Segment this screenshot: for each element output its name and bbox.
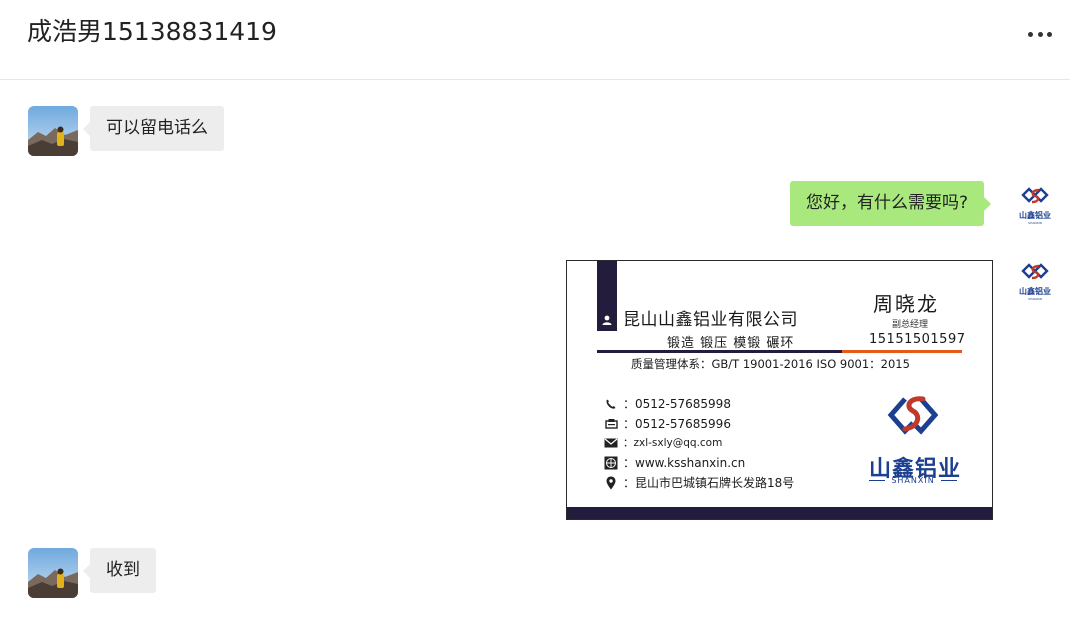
company-avatar[interactable]: 山鑫铝业 SHANXIN [1016, 185, 1054, 229]
card-name: 周晓龙 [873, 292, 939, 316]
company-avatar[interactable]: 山鑫铝业 SHANXIN [1016, 261, 1054, 305]
message-bubble-outgoing[interactable]: 您好，有什么需要吗? [790, 181, 992, 226]
card-fax-row: ：0512-57685996 [603, 415, 731, 432]
card-logo-sub-text: SHANXIN [891, 476, 935, 485]
card-mobile: 15151501597 [869, 332, 966, 347]
card-divider [597, 350, 842, 353]
card-role: 副总经理 [892, 320, 929, 330]
more-dot [1028, 31, 1033, 37]
svg-text:山鑫铝业: 山鑫铝业 [1019, 210, 1051, 220]
card-logo-sub: SHANXIN [869, 476, 957, 485]
card-bottom-bar [567, 507, 992, 519]
card-company: 昆山山鑫铝业有限公司 [623, 310, 798, 330]
shanxin-logo-icon [883, 393, 943, 453]
card-quality: 质量管理体系：GB/T 19001-2016 ISO 9001：2015 [631, 357, 910, 371]
card-email: ：zxl-sxly@qq.com [623, 437, 723, 449]
fax-icon [603, 417, 619, 431]
svg-text:SHANXIN: SHANXIN [1028, 297, 1042, 301]
phone-icon [603, 397, 619, 411]
business-card-image[interactable]: 昆山山鑫铝业有限公司 锻造 锻压 模锻 碾环 周晓龙 副总经理 15151501… [566, 260, 993, 520]
contact-avatar[interactable] [28, 548, 78, 598]
contact-avatar[interactable] [28, 106, 78, 156]
card-web: ：www.ksshanxin.cn [623, 456, 746, 470]
chat-title: 成浩男15138831419 [27, 17, 277, 46]
card-phone-row: ：0512-57685998 [603, 395, 731, 412]
message-bubble-incoming[interactable]: 可以留电话么 [83, 106, 224, 151]
svg-text:SHANXIN: SHANXIN [1028, 221, 1042, 225]
more-horizontal-icon[interactable] [1028, 22, 1052, 46]
card-divider-accent [842, 350, 962, 353]
chat-header: 成浩男15138831419 [0, 0, 1070, 80]
card-processes: 锻造 锻压 模锻 碾环 [667, 336, 795, 351]
card-phone: ：0512-57685998 [623, 397, 731, 411]
card-email-row: ：zxl-sxly@qq.com [603, 435, 722, 450]
card-web-row: ：www.ksshanxin.cn [603, 454, 745, 471]
message-bubble-incoming[interactable]: 收到 [83, 548, 156, 593]
more-dot [1047, 31, 1052, 37]
globe-icon [603, 456, 619, 470]
card-fax: ：0512-57685996 [623, 417, 731, 431]
location-pin-icon [603, 476, 619, 490]
person-icon [598, 311, 616, 329]
more-dot [1037, 31, 1043, 37]
svg-text:山鑫铝业: 山鑫铝业 [1019, 286, 1051, 296]
card-address-row: ：昆山市巴城镇石牌长发路18号 [603, 474, 794, 491]
mail-icon [603, 436, 619, 450]
card-address: ：昆山市巴城镇石牌长发路18号 [623, 476, 795, 490]
